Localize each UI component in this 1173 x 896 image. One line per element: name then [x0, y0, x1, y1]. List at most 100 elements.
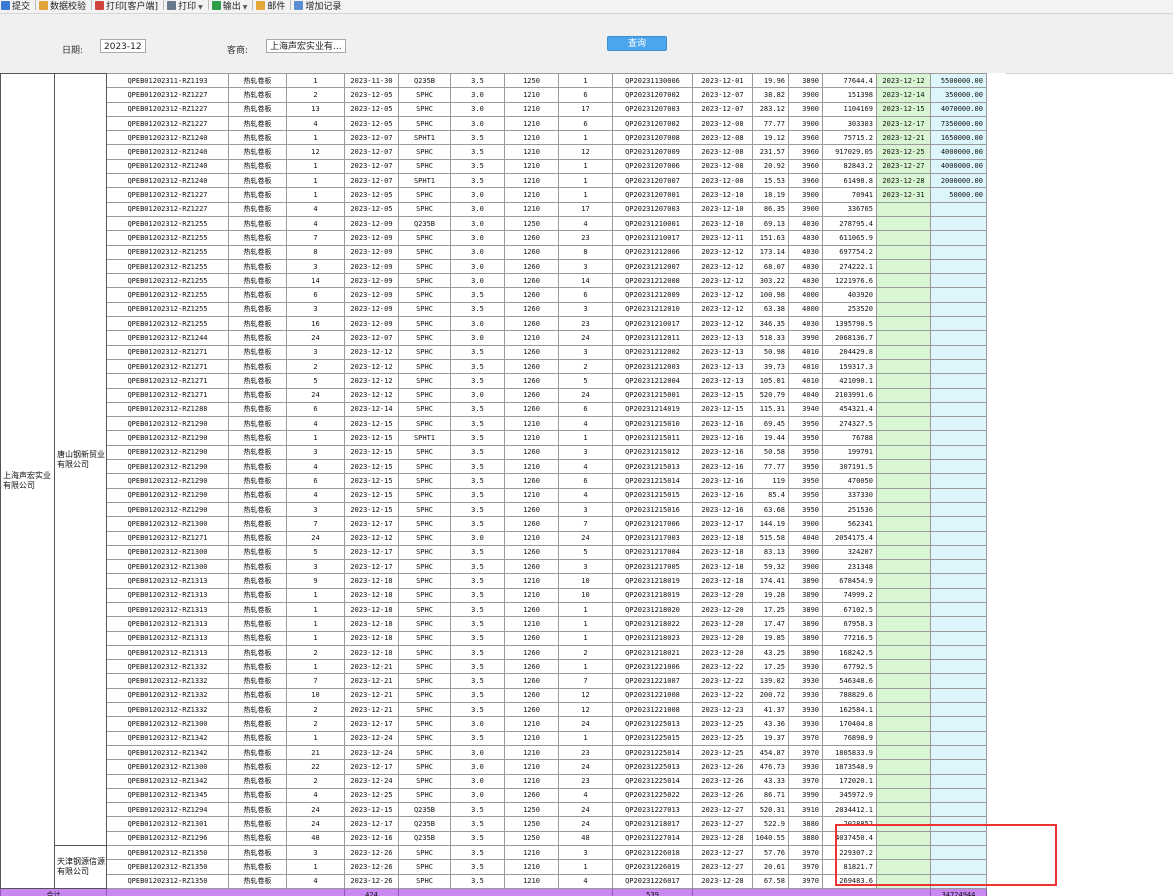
table-cell[interactable]: 2023-12-17: [344, 816, 399, 832]
table-cell[interactable]: 4: [558, 416, 613, 432]
table-cell[interactable]: 1: [286, 430, 345, 446]
table-cell[interactable]: 热轧卷板: [228, 130, 287, 146]
table-cell[interactable]: QP20231130006: [612, 73, 693, 89]
table-cell[interactable]: 350000.00: [930, 87, 987, 103]
table-cell[interactable]: QPEB01202312-RZ1290: [106, 459, 229, 475]
table-cell[interactable]: 4: [286, 201, 345, 217]
table-cell[interactable]: 1: [286, 616, 345, 632]
table-cell[interactable]: QP20231207008: [612, 130, 693, 146]
table-cell[interactable]: 77.77: [752, 459, 789, 475]
table-cell[interactable]: QPEB01202312-RZ1290: [106, 501, 229, 518]
table-cell[interactable]: 204429.8: [822, 344, 877, 360]
table-cell[interactable]: 3.0: [450, 787, 505, 804]
table-cell[interactable]: [930, 830, 987, 847]
table-cell[interactable]: 7350000.00: [930, 115, 987, 132]
table-cell[interactable]: [876, 759, 931, 775]
table-cell[interactable]: QPEB01202312-RZ1227: [106, 201, 229, 217]
table-cell[interactable]: 2023-12-09: [344, 244, 399, 260]
table-cell[interactable]: [876, 358, 931, 375]
table-cell[interactable]: QPEB01202312-RZ1313: [106, 601, 229, 618]
table-cell[interactable]: 454321.4: [822, 401, 877, 418]
table-cell[interactable]: 2023-12-08: [692, 130, 753, 146]
table-cell[interactable]: 2023-12-08: [692, 115, 753, 132]
table-cell[interactable]: 4030: [788, 244, 823, 260]
table-cell[interactable]: 3.5: [450, 544, 505, 561]
table-cell[interactable]: 热轧卷板: [228, 573, 287, 589]
table-cell[interactable]: 23: [558, 230, 613, 246]
table-cell[interactable]: 39.73: [752, 358, 789, 375]
table-cell[interactable]: 3: [558, 559, 613, 575]
table-cell[interactable]: 1: [286, 859, 345, 875]
table-cell[interactable]: QP20231215013: [612, 459, 693, 475]
table-cell[interactable]: [876, 373, 931, 389]
table-cell[interactable]: 4030: [788, 230, 823, 246]
table-cell[interactable]: 16: [286, 316, 345, 332]
table-cell[interactable]: [930, 802, 987, 818]
table-cell[interactable]: 2023-12-07: [344, 330, 399, 346]
table-cell[interactable]: QP20231207001: [612, 187, 693, 203]
table-cell[interactable]: 3.5: [450, 859, 505, 875]
table-cell[interactable]: QPEB01202312-RZ1350: [106, 859, 229, 875]
table-cell[interactable]: QPEB01202312-RZ1255: [106, 215, 229, 232]
table-cell[interactable]: SPHC: [398, 358, 451, 375]
table-cell[interactable]: 4: [558, 215, 613, 232]
table-cell[interactable]: 热轧卷板: [228, 673, 287, 689]
table-cell[interactable]: 4: [558, 487, 613, 503]
table-cell[interactable]: 1210: [504, 158, 559, 175]
table-cell[interactable]: QP20231215014: [612, 473, 693, 489]
table-cell[interactable]: 1260: [504, 516, 559, 532]
table-cell[interactable]: 1260: [504, 702, 559, 718]
table-cell[interactable]: [876, 501, 931, 518]
table-cell[interactable]: QPEB01202312-RZ1255: [106, 258, 229, 275]
table-cell[interactable]: 2023-12-07: [692, 101, 753, 117]
table-cell[interactable]: [876, 330, 931, 346]
table-cell[interactable]: 8: [286, 244, 345, 260]
table-cell[interactable]: 1210: [504, 730, 559, 746]
table-cell[interactable]: [930, 258, 987, 275]
table-cell[interactable]: 69.13: [752, 215, 789, 232]
table-cell[interactable]: 热轧卷板: [228, 544, 287, 561]
table-cell[interactable]: 2023-12-28: [692, 873, 753, 889]
table-cell[interactable]: 38.82: [752, 87, 789, 103]
table-cell[interactable]: 3910: [788, 802, 823, 818]
table-cell[interactable]: 1650000.00: [930, 130, 987, 146]
table-cell[interactable]: 8: [558, 244, 613, 260]
table-cell[interactable]: 热轧卷板: [228, 301, 287, 318]
table-cell[interactable]: 697754.2: [822, 244, 877, 260]
table-cell[interactable]: 86.35: [752, 201, 789, 217]
table-cell[interactable]: QPEB01202312-RZ1332: [106, 702, 229, 718]
table-cell[interactable]: SPHC: [398, 716, 451, 732]
table-cell[interactable]: QPEB01202312-RZ1300: [106, 716, 229, 732]
table-cell[interactable]: [930, 430, 987, 446]
table-cell[interactable]: 3.5: [450, 487, 505, 503]
table-cell[interactable]: 热轧卷板: [228, 644, 287, 661]
table-cell[interactable]: 518.33: [752, 330, 789, 346]
table-cell[interactable]: 19.96: [752, 73, 789, 89]
table-cell[interactable]: 2023-12-07: [344, 173, 399, 189]
table-cell[interactable]: [876, 559, 931, 575]
table-cell[interactable]: SPHC: [398, 687, 451, 704]
table-cell[interactable]: 1260: [504, 559, 559, 575]
table-cell[interactable]: QPEB01202312-RZ1345: [106, 787, 229, 804]
table-cell[interactable]: SPHC: [398, 873, 451, 889]
table-cell[interactable]: 69.45: [752, 416, 789, 432]
table-cell[interactable]: 2023-12-28: [876, 173, 931, 189]
table-cell[interactable]: 2023-12-22: [692, 659, 753, 675]
table-cell[interactable]: SPHC: [398, 330, 451, 346]
table-cell[interactable]: 139.02: [752, 673, 789, 689]
table-cell[interactable]: 1210: [504, 115, 559, 132]
table-cell[interactable]: QPEB01202311-RZ1193: [106, 73, 229, 89]
table-cell[interactable]: [930, 301, 987, 318]
table-cell[interactable]: 24: [286, 530, 345, 546]
table-cell[interactable]: [876, 802, 931, 818]
table-cell[interactable]: 17: [558, 101, 613, 117]
table-cell[interactable]: 1250: [504, 830, 559, 847]
table-cell[interactable]: 68.07: [752, 258, 789, 275]
table-cell[interactable]: [930, 444, 987, 461]
table-cell[interactable]: 2023-12-24: [344, 773, 399, 789]
table-cell[interactable]: 3.5: [450, 416, 505, 432]
table-cell[interactable]: QP20231218017: [612, 816, 693, 832]
table-cell[interactable]: 1210: [504, 530, 559, 546]
table-cell[interactable]: SPHC: [398, 601, 451, 618]
table-cell[interactable]: [930, 401, 987, 418]
